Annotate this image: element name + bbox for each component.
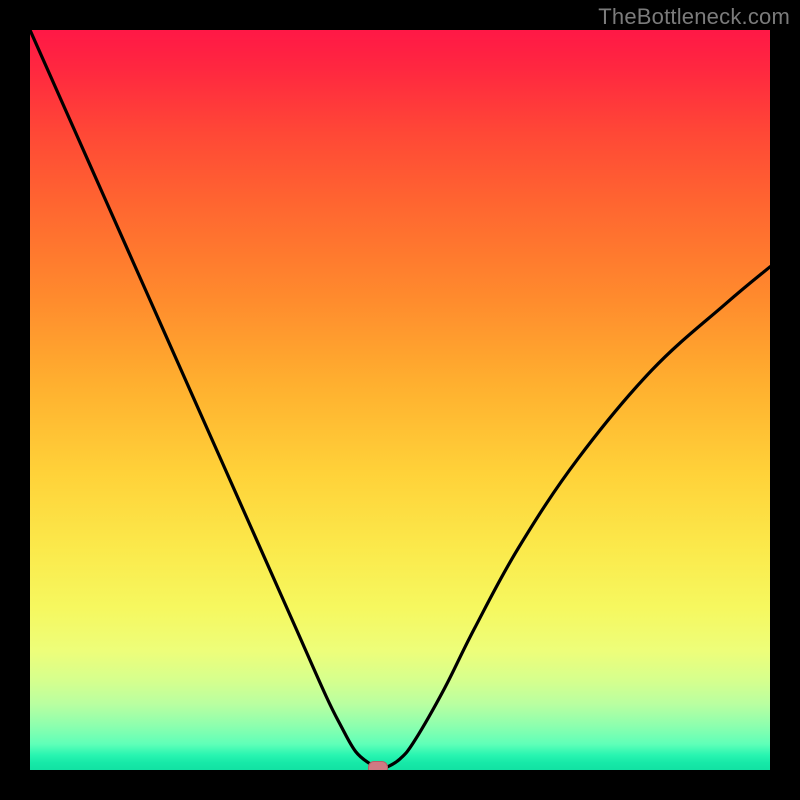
optimum-marker <box>368 761 388 770</box>
watermark-text: TheBottleneck.com <box>598 4 790 30</box>
bottleneck-curve-path <box>30 30 770 769</box>
chart-frame: TheBottleneck.com <box>0 0 800 800</box>
curve-svg <box>30 30 770 770</box>
plot-area <box>30 30 770 770</box>
